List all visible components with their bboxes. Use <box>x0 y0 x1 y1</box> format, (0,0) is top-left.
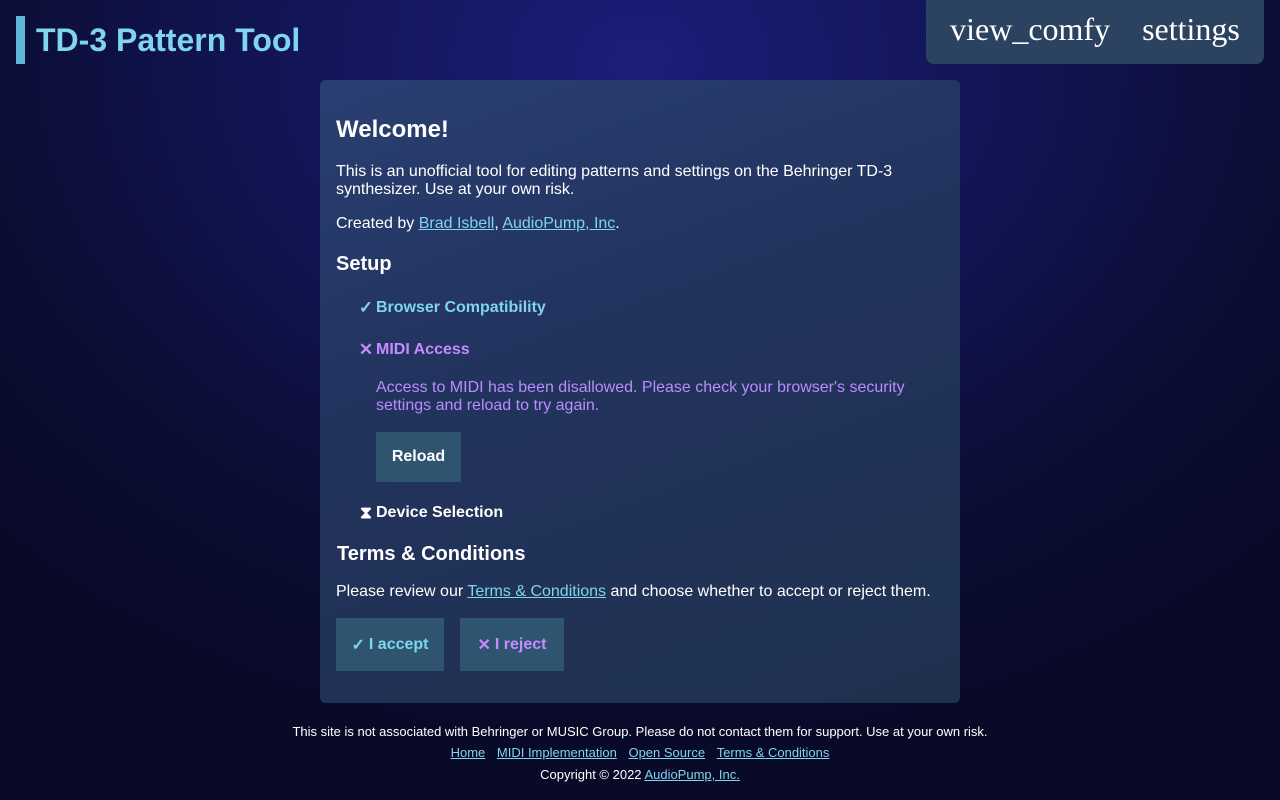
step-midi-access: ✕ MIDI Access <box>356 340 470 360</box>
footer-disclaimer: This site is not associated with Behring… <box>292 724 988 739</box>
accept-button[interactable]: ✓ I accept <box>336 618 444 671</box>
terms-prefix: Please review our <box>336 583 468 600</box>
terms-text: Please review our Terms & Conditions and… <box>336 583 931 601</box>
reject-label: I reject <box>494 635 547 653</box>
step-label: MIDI Access <box>376 341 470 358</box>
view-comfy-icon[interactable]: view_comfy <box>950 11 1110 48</box>
copyright: Copyright © 2022 AudioPump, Inc. <box>0 767 1280 783</box>
setup-title: Setup <box>336 253 392 275</box>
check-icon: ✓ <box>358 298 374 317</box>
welcome-card: Welcome! This is an unofficial tool for … <box>320 80 960 703</box>
footer-links: Home MIDI Implementation Open Source Ter… <box>0 745 1280 761</box>
footer-link-home[interactable]: Home <box>451 745 486 760</box>
footer-link-midi-implementation[interactable]: MIDI Implementation <box>497 745 617 760</box>
settings-icon[interactable]: settings <box>1142 11 1240 48</box>
reload-button[interactable]: Reload <box>376 432 461 482</box>
created-by-prefix: Created by <box>336 215 419 232</box>
step-label: Device Selection <box>376 504 504 521</box>
step-device-selection: ⧗ Device Selection <box>356 503 503 523</box>
cross-icon: ✕ <box>477 636 491 654</box>
created-by-line: Created by Brad Isbell, AudioPump, Inc. <box>336 215 620 233</box>
author-link[interactable]: Brad Isbell <box>419 215 495 232</box>
step-label: Browser Compatibility <box>376 299 546 316</box>
midi-error-message: Access to MIDI has been disallowed. Plea… <box>376 379 905 414</box>
reject-button[interactable]: ✕ I reject <box>460 618 564 671</box>
copyright-prefix: Copyright © 2022 <box>540 767 645 782</box>
step-browser-compatibility: ✓ Browser Compatibility <box>356 298 546 318</box>
app-title: TD-3 Pattern Tool <box>16 16 300 64</box>
top-toolbar: view_comfy settings <box>926 0 1264 64</box>
copyright-link[interactable]: AudioPump, Inc. <box>644 767 739 782</box>
company-link[interactable]: AudioPump, Inc <box>502 215 615 232</box>
terms-title: Terms & Conditions <box>337 543 526 565</box>
terms-link[interactable]: Terms & Conditions <box>467 583 606 600</box>
hourglass-icon: ⧗ <box>360 503 372 522</box>
welcome-title: Welcome! <box>336 116 449 143</box>
footer-link-terms[interactable]: Terms & Conditions <box>717 745 830 760</box>
accept-label: I accept <box>368 635 429 653</box>
created-by-suffix: . <box>615 215 620 232</box>
intro-text: This is an unofficial tool for editing p… <box>336 163 893 198</box>
check-icon: ✓ <box>351 636 365 654</box>
footer-link-open-source[interactable]: Open Source <box>628 745 705 760</box>
cross-icon: ✕ <box>358 340 374 359</box>
terms-suffix: and choose whether to accept or reject t… <box>606 583 931 600</box>
footer: This site is not associated with Behring… <box>0 724 1280 783</box>
